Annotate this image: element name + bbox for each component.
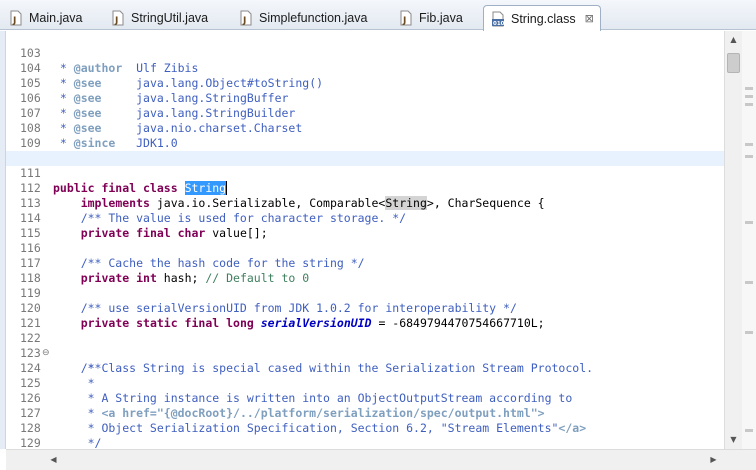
scrollbar-thumb[interactable] (727, 53, 740, 73)
svg-text:J: J (114, 16, 118, 26)
code-line: 126 * <a href="{@docRoot}/../platform/se… (6, 376, 724, 420)
vertical-scrollbar[interactable]: ▲ ▼ (724, 31, 742, 449)
tab-label: Fib.java (419, 11, 463, 25)
tab-label: Simplefunction.java (259, 11, 368, 25)
code-line: 120 private static final long serialVers… (6, 286, 724, 330)
code-line: 129 ⊖ private static final ObjectStreamF… (6, 421, 724, 449)
tab-simplefunction-java[interactable]: J Simplefunction.java (232, 6, 367, 30)
tab-fib-java[interactable]: J Fib.java (392, 6, 463, 30)
code-line: 118 (6, 256, 724, 285)
code-line: 123 * Class String is special cased with… (6, 331, 724, 375)
overview-ruler[interactable] (742, 31, 756, 449)
code-line: 105 * @see java.lang.StringBuffer (6, 61, 724, 105)
occurrence-marker[interactable] (745, 143, 753, 146)
occurrence-marker[interactable] (745, 221, 753, 224)
code-line: 125 * A String instance is written into … (6, 361, 724, 405)
scroll-right-arrow-icon[interactable]: ▶ (705, 450, 722, 470)
code-line: 122 ⊖ /** (6, 316, 724, 375)
java-file-icon: J (112, 10, 124, 26)
tab-stringutil-java[interactable]: J StringUtil.java (104, 6, 208, 30)
code-line: 110 (6, 136, 724, 165)
scrollbar-corner (724, 449, 756, 470)
svg-text:J: J (242, 16, 246, 26)
code-area[interactable]: 103 * @author Ulf Zibis 104 * @see java.… (6, 31, 724, 449)
occurrence-marker[interactable] (745, 429, 753, 432)
code-line: 103 * @author Ulf Zibis (6, 31, 724, 75)
code-line: 106 * @see java.lang.StringBuilder (6, 76, 724, 120)
code-line: 116 /** Cache the hash code for the stri… (6, 226, 724, 270)
code-line: 124 * (6, 346, 724, 390)
scroll-down-arrow-icon[interactable]: ▼ (725, 431, 742, 448)
svg-text:J: J (12, 16, 16, 26)
code-line: 108 * @since JDK1.0 (6, 106, 724, 150)
code-line: 113 /** The value is used for character … (6, 181, 724, 225)
tab-label: StringUtil.java (131, 11, 209, 25)
code-line: 121 (6, 301, 724, 330)
close-tab-icon[interactable]: ⊠ (585, 12, 594, 25)
svg-text:010: 010 (493, 21, 505, 27)
code-line: 119 /** use serialVersionUID from JDK 1.… (6, 271, 724, 315)
occurrence-marker[interactable] (745, 95, 753, 98)
java-file-icon: J (400, 10, 412, 26)
scroll-up-arrow-icon[interactable]: ▲ (725, 31, 742, 48)
gutter-filler (6, 449, 45, 470)
code-line: 112 implements java.io.Serializable, Com… (6, 166, 724, 210)
occurrence-marker[interactable] (745, 155, 753, 158)
tab-string-class[interactable]: 010 String.class ⊠ (483, 5, 601, 31)
code-line: 109 */ (6, 121, 724, 165)
tab-label: Main.java (29, 11, 83, 25)
occurrence-marker[interactable] (745, 87, 753, 90)
code-line: 104 * @see java.lang.Object#toString() (6, 46, 724, 90)
code-line-current: 111 public final class String (6, 151, 724, 195)
java-file-icon: J (10, 10, 22, 26)
code-line: 114 private final char value[]; (6, 196, 724, 240)
java-file-icon: J (240, 10, 252, 26)
code-line: 130 new ObjectStreamField[0]; (6, 436, 724, 449)
occurrence-marker[interactable] (745, 331, 753, 334)
tab-main-java[interactable]: J Main.java (2, 6, 83, 30)
code-line: 117 private int hash; // Default to 0 (6, 241, 724, 285)
scroll-left-arrow-icon[interactable]: ◀ (45, 450, 62, 470)
horizontal-scrollbar[interactable]: ◀ ▶ (45, 449, 724, 470)
code-line: 107 * @see java.nio.charset.Charset (6, 91, 724, 135)
class-file-icon: 010 (492, 11, 505, 27)
code-line: 127 * Object Serialization Specification… (6, 391, 724, 435)
svg-text:J: J (402, 16, 406, 26)
code-line: 128 */ (6, 406, 724, 449)
editor-tab-bar: J Main.java J StringUtil.java J Simplefu… (0, 0, 756, 31)
code-line: 115 (6, 211, 724, 240)
code-editor[interactable]: 103 * @author Ulf Zibis 104 * @see java.… (0, 31, 756, 470)
occurrence-marker[interactable] (745, 281, 753, 284)
tab-label: String.class (511, 11, 576, 26)
occurrence-marker[interactable] (745, 103, 753, 106)
